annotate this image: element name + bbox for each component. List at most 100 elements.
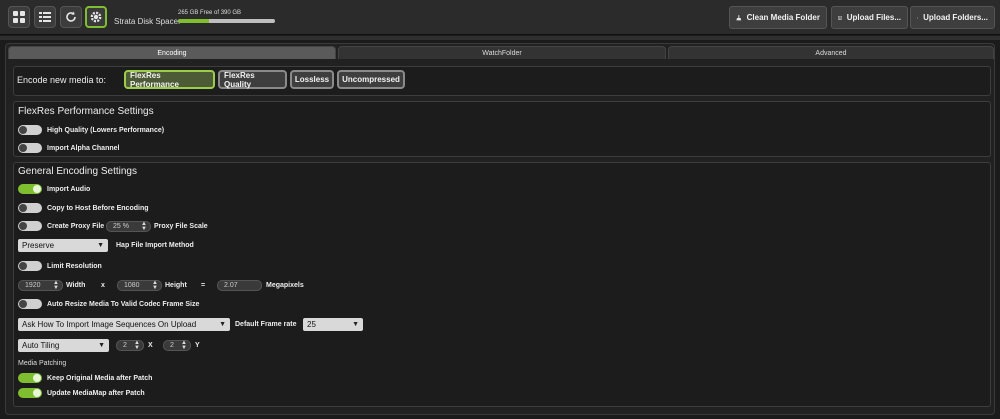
keep-original-toggle[interactable]: [18, 373, 42, 383]
megapixels-field: 2.07: [217, 280, 262, 291]
disk-free-text: 265 GB Free of 390 GB: [178, 10, 242, 16]
tab-bar: Encoding WatchFolder Advanced: [8, 46, 994, 59]
update-mediamap-label: Update MediaMap after Patch: [47, 389, 145, 397]
chevron-down-icon: ▼: [98, 342, 105, 349]
high-quality-row: High Quality (Lowers Performance): [18, 125, 164, 135]
encode-label: Encode new media to:: [17, 75, 107, 85]
equals-separator: =: [201, 282, 206, 289]
upload-files-button[interactable]: Upload Files...: [831, 6, 908, 29]
import-audio-label: Import Audio: [47, 185, 91, 193]
disk-usage-bar: [178, 19, 275, 23]
x-separator: x: [101, 282, 105, 289]
proxy-scale-stepper[interactable]: 25 % ▲ ▼: [106, 221, 151, 232]
clean-media-folder-button[interactable]: Clean Media Folder: [729, 6, 827, 29]
frame-rate-label: Default Frame rate: [235, 321, 297, 328]
tab-watchfolder[interactable]: WatchFolder: [338, 46, 666, 59]
grid-icon: [13, 11, 25, 23]
proxy-scale-label: Proxy File Scale: [154, 223, 208, 230]
list-view-button[interactable]: [34, 6, 56, 28]
high-quality-label: High Quality (Lowers Performance): [47, 126, 165, 134]
alpha-row: Import Alpha Channel: [18, 143, 119, 153]
toolbar-divider: [0, 36, 1000, 40]
stepper-arrows-icon: ▲ ▼: [152, 279, 158, 291]
create-proxy-row: Create Proxy File: [18, 221, 104, 231]
keep-original-label: Keep Original Media after Patch: [47, 374, 153, 382]
hap-import-label: Hap File Import Method: [116, 242, 194, 249]
disk-usage-fill: [178, 19, 210, 23]
mode-uncompressed-button[interactable]: Uncompressed: [337, 70, 405, 89]
hap-import-value: Preserve: [22, 241, 55, 250]
grid-view-button[interactable]: [8, 6, 30, 28]
height-label: Height: [165, 282, 187, 289]
clean-media-folder-label: Clean Media Folder: [746, 13, 820, 22]
image-sequence-select[interactable]: Ask How To Import Image Sequences On Upl…: [18, 318, 230, 331]
stepper-arrows-icon: ▲ ▼: [134, 339, 140, 351]
chevron-down-icon: ▼: [97, 242, 104, 249]
create-proxy-toggle[interactable]: [18, 221, 42, 231]
create-proxy-label: Create Proxy File: [47, 222, 105, 230]
tiling-value: Auto Tiling: [22, 341, 60, 350]
hap-import-select[interactable]: Preserve ▼: [18, 239, 108, 252]
image-sequence-value: Ask How To Import Image Sequences On Upl…: [22, 320, 197, 329]
disk-space-label: Strata Disk Space:: [114, 17, 181, 26]
flexres-title: FlexRes Performance Settings: [18, 106, 154, 117]
limit-res-row: Limit Resolution: [18, 261, 102, 271]
gear-icon: [90, 11, 102, 23]
settings-button[interactable]: [85, 6, 107, 28]
import-alpha-label: Import Alpha Channel: [47, 144, 120, 152]
upload-folder-icon: [917, 16, 919, 19]
frame-rate-select[interactable]: 25 ▼: [303, 318, 363, 331]
height-stepper[interactable]: 1080 ▲ ▼: [117, 280, 162, 291]
width-label: Width: [66, 282, 86, 289]
width-value: 1920: [25, 282, 41, 289]
tile-x-value: 2: [123, 342, 127, 349]
high-quality-toggle[interactable]: [18, 125, 42, 135]
update-mediamap-toggle[interactable]: [18, 388, 42, 398]
tile-x-stepper[interactable]: 2 ▲ ▼: [116, 340, 144, 351]
keep-original-row: Keep Original Media after Patch: [18, 373, 152, 383]
stepper-arrows-icon: ▲ ▼: [53, 279, 59, 291]
mode-flexres-quality-button[interactable]: FlexRes Quality: [218, 70, 287, 89]
refresh-icon: [66, 11, 76, 22]
refresh-button[interactable]: [60, 6, 82, 28]
upload-folders-label: Upload Folders...: [923, 13, 988, 22]
upload-files-label: Upload Files...: [846, 13, 901, 22]
mode-flexres-performance-button[interactable]: FlexRes Performance: [124, 70, 215, 89]
chevron-down-icon: ▼: [352, 321, 359, 328]
mode-lossless-button[interactable]: Lossless: [290, 70, 334, 89]
list-icon: [39, 12, 51, 22]
frame-rate-value: 25: [307, 320, 316, 329]
tile-y-stepper[interactable]: 2 ▲ ▼: [163, 340, 191, 351]
auto-resize-toggle[interactable]: [18, 299, 42, 309]
upload-file-icon: [838, 15, 842, 20]
limit-resolution-label: Limit Resolution: [47, 262, 102, 270]
height-value: 1080: [124, 282, 140, 289]
settings-panel: Encoding WatchFolder Advanced Encode new…: [5, 43, 995, 415]
limit-resolution-toggle[interactable]: [18, 261, 42, 271]
tiling-select[interactable]: Auto Tiling ▼: [18, 339, 109, 352]
megapixels-value: 2.07: [224, 282, 238, 289]
upload-folders-button[interactable]: Upload Folders...: [910, 6, 995, 29]
copy-host-row: Copy to Host Before Encoding: [18, 203, 149, 213]
top-toolbar: Strata Disk Space: 265 GB Free of 390 GB…: [0, 0, 1000, 35]
update-mediamap-row: Update MediaMap after Patch: [18, 388, 145, 398]
import-audio-toggle[interactable]: [18, 184, 42, 194]
auto-resize-row: Auto Resize Media To Valid Codec Frame S…: [18, 299, 199, 309]
auto-resize-label: Auto Resize Media To Valid Codec Frame S…: [47, 300, 200, 308]
import-audio-row: Import Audio: [18, 184, 90, 194]
proxy-scale-value: 25 %: [113, 223, 129, 230]
tab-advanced[interactable]: Advanced: [668, 46, 994, 59]
megapixels-label: Megapixels: [266, 282, 304, 289]
width-stepper[interactable]: 1920 ▲ ▼: [18, 280, 63, 291]
tile-x-label: X: [148, 342, 153, 349]
stepper-arrows-icon: ▲ ▼: [181, 339, 187, 351]
import-alpha-toggle[interactable]: [18, 143, 42, 153]
copy-host-toggle[interactable]: [18, 203, 42, 213]
general-title: General Encoding Settings: [18, 166, 137, 177]
chevron-down-icon: ▼: [219, 321, 226, 328]
copy-host-label: Copy to Host Before Encoding: [47, 204, 149, 212]
tile-y-label: Y: [195, 342, 200, 349]
stepper-arrows-icon: ▲ ▼: [141, 220, 147, 232]
tile-y-value: 2: [170, 342, 174, 349]
tab-encoding[interactable]: Encoding: [8, 46, 336, 59]
